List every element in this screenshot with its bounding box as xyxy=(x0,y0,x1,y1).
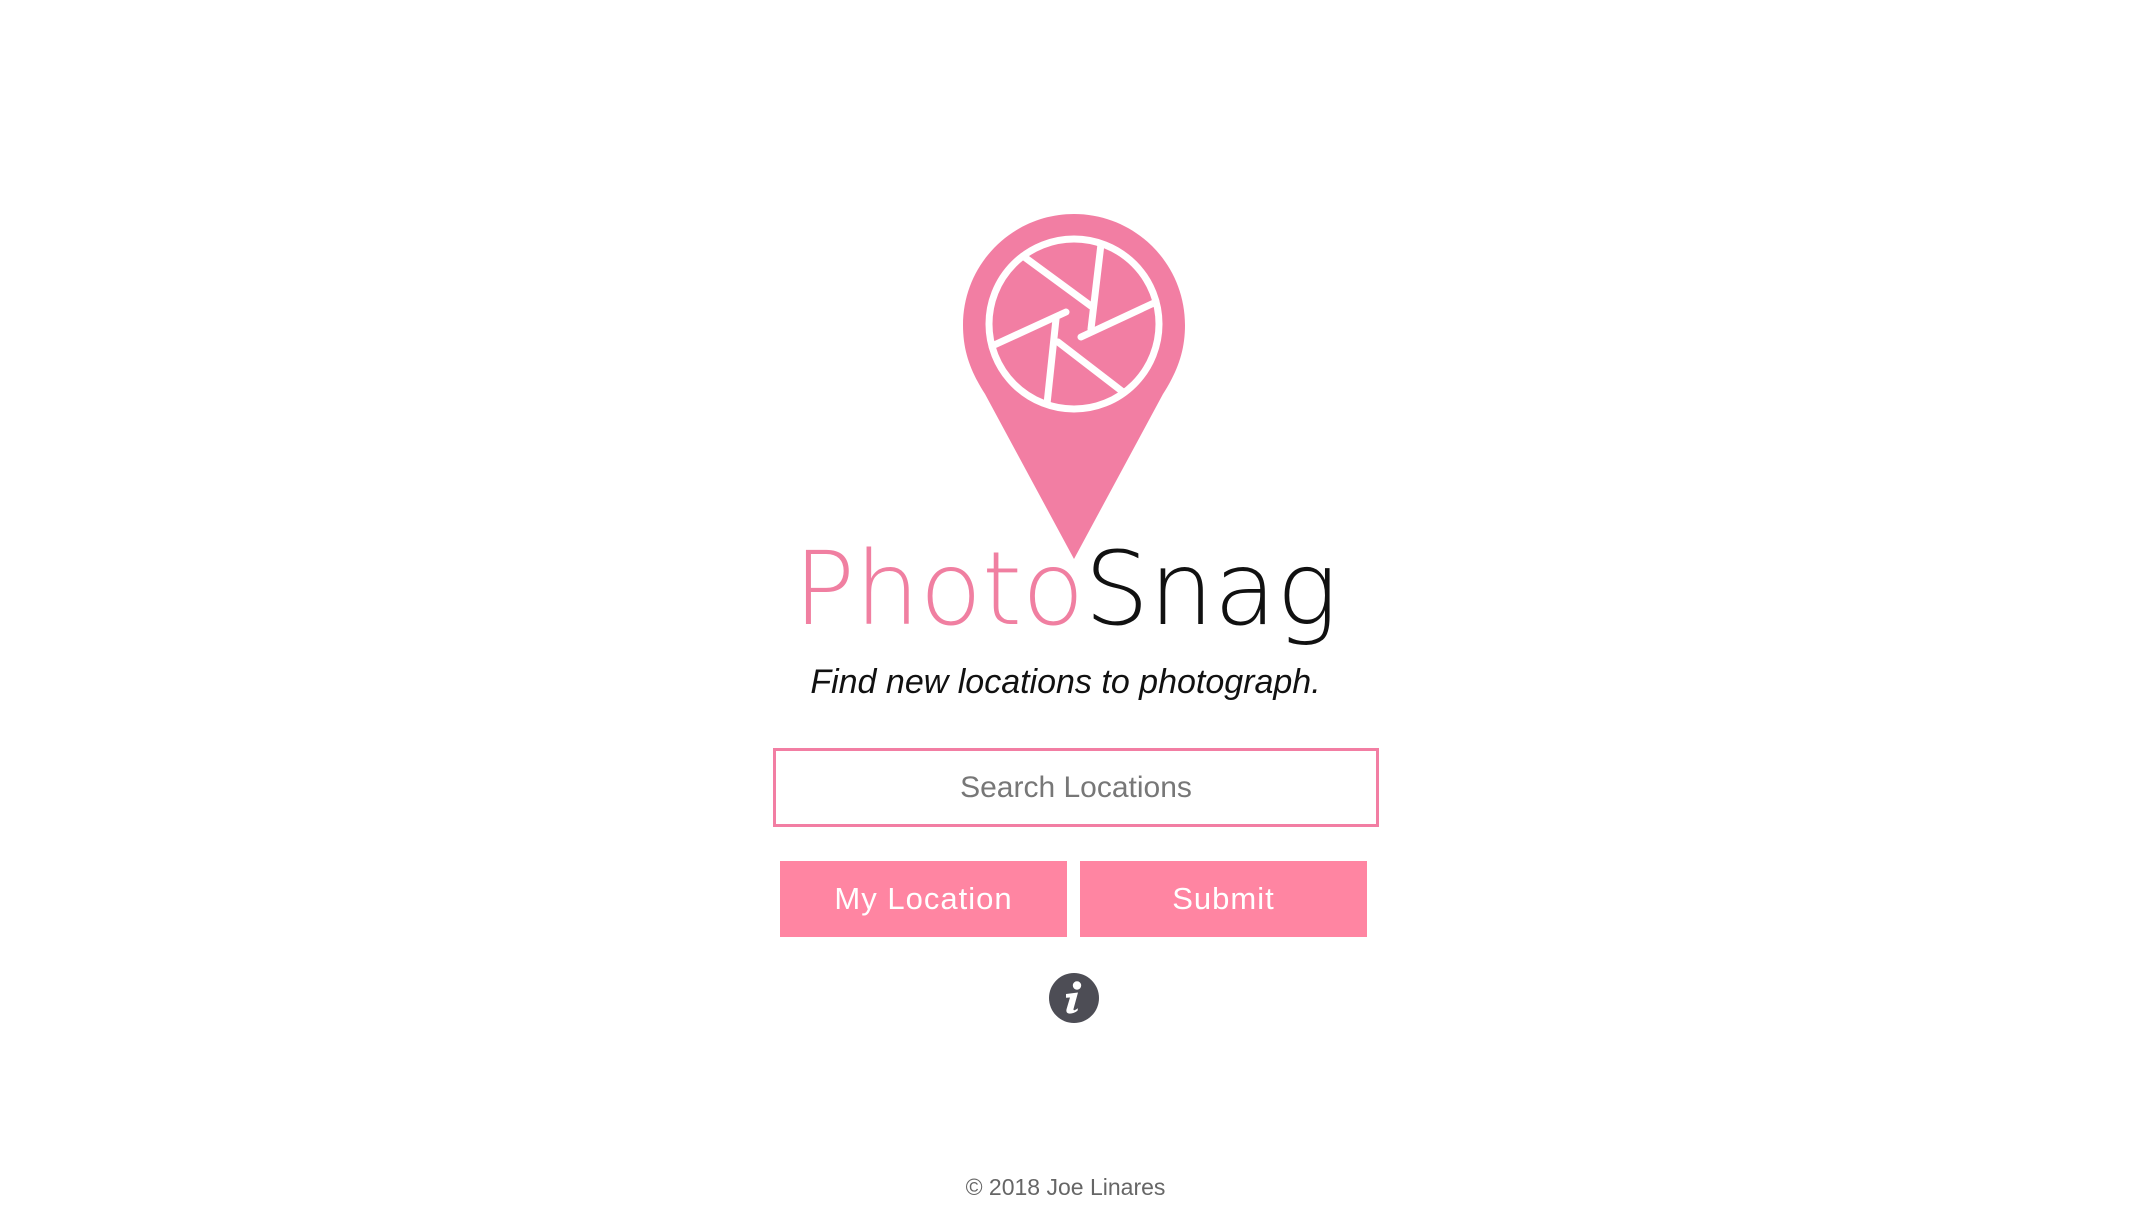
search-input[interactable] xyxy=(773,748,1379,827)
brand-name-part1: Photo xyxy=(793,530,1085,649)
submit-button[interactable]: Submit xyxy=(1080,861,1367,937)
footer-copyright: © 2018 Joe Linares xyxy=(965,1174,1166,1200)
brand-wordmark: PhotoSnag xyxy=(0,535,2131,645)
brand-name-part2: Snag xyxy=(1084,530,1338,649)
my-location-button[interactable]: My Location xyxy=(780,861,1067,937)
info-icon[interactable] xyxy=(1048,972,1100,1024)
landing-page: PhotoSnag Find new locations to photogra… xyxy=(0,0,2131,1212)
map-pin-camera-aperture-icon xyxy=(963,214,1185,559)
tagline: Find new locations to photograph. xyxy=(810,663,1321,701)
